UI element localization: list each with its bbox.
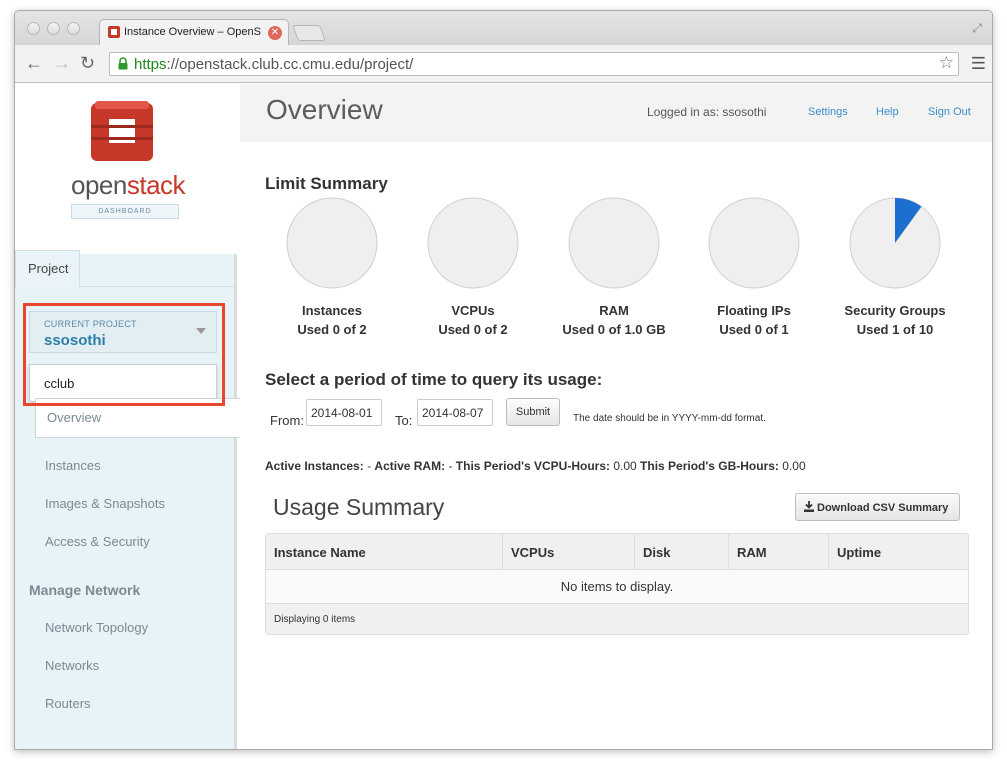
pie-background [286,197,378,289]
browser-tab[interactable]: Instance Overview – OpenS ✕ [99,19,289,45]
pie-usage-text: Used 0 of 2 [438,322,508,337]
limit-pie-security-groups: Security Groups Used 1 of 10 [825,197,965,337]
settings-link[interactable]: Settings [808,106,848,118]
help-link[interactable]: Help [876,106,899,118]
openstack-logo-icon[interactable] [89,99,155,163]
logged-in-text: Logged in as: ssosothi [647,105,767,119]
fullscreen-icon[interactable]: ⤢ [972,21,982,36]
submit-button[interactable]: Submit [506,398,560,426]
from-date-input[interactable]: 2014-08-01 [306,399,382,426]
pie-usage-text: Used 0 of 1.0 GB [562,322,666,337]
sidebar-item-network-topology[interactable]: Network Topology [45,620,148,635]
download-icon [804,501,814,512]
pie-background [708,197,800,289]
highlight-annotation-box [23,303,225,406]
zoom-window-icon[interactable] [67,22,80,35]
empty-table-message: No items to display. [266,570,968,604]
column-header-ram[interactable]: RAM [729,534,829,570]
address-bar[interactable]: https://openstack.club.cc.cmu.edu/projec… [109,52,959,76]
to-date-input[interactable]: 2014-08-07 [417,399,493,426]
column-header-disk[interactable]: Disk [635,534,729,570]
page-title: Overview [266,94,383,125]
main-content: Overview Logged in as: ssosothi Settings… [240,84,992,749]
pie-label: Instances [302,303,362,318]
tab-project[interactable]: Project [15,250,80,287]
to-label: To: [395,413,413,428]
limit-pie-instances: Instances Used 0 of 2 [262,197,402,337]
pie-usage-text: Used 1 of 10 [856,322,934,337]
limit-pie-floating-ips: Floating IPs Used 0 of 1 [684,197,824,337]
tab-title: Instance Overview – OpenS [124,26,261,38]
usage-summary-heading: Usage Summary [273,494,445,520]
limit-summary-heading: Limit Summary [265,174,388,193]
manage-network-heading[interactable]: Manage Network [29,582,140,598]
logo-subtitle: DASHBOARD [71,204,179,219]
pie-label: VCPUs [451,303,495,318]
back-arrow-icon[interactable]: ← [25,53,43,73]
sidebar-item-label: Overview [47,410,102,425]
pie-chart [427,197,519,289]
sidebar-item-access-security[interactable]: Access & Security [45,534,150,549]
reload-icon[interactable]: ↻ [80,53,95,73]
column-header-vcpus[interactable]: VCPUs [503,534,635,570]
bookmark-star-icon[interactable]: ☆ [939,53,954,73]
pie-chart [708,197,800,289]
table-header-row: Instance Name VCPUs Disk RAM Uptime [266,534,968,570]
download-csv-button[interactable]: Download CSV Summary [795,493,960,521]
pie-background [568,197,660,289]
lock-icon [118,57,128,70]
page-content: openstack DASHBOARD Project CURRENT PROJ… [15,84,992,749]
browser-toolbar: ← → ↻ https://openstack.club.cc.cmu.edu/… [15,45,992,83]
logo-wordmark: openstack [71,170,186,200]
page-header: Overview Logged in as: ssosothi Settings… [240,84,992,142]
usage-stats-line: Active Instances: - Active RAM: - This P… [265,459,806,473]
column-header-instance-name[interactable]: Instance Name [266,534,503,570]
limit-pie-ram: RAM Used 0 of 1.0 GB [544,197,684,337]
sidebar-item-instances[interactable]: Instances [45,458,101,473]
tab-close-icon[interactable]: ✕ [268,26,282,40]
forward-arrow-icon[interactable]: → [53,53,71,73]
close-window-icon[interactable] [27,22,40,35]
pie-chart [286,197,378,289]
pie-background [427,197,519,289]
url-text: https://openstack.club.cc.cmu.edu/projec… [134,56,414,73]
table-footer: Displaying 0 items [266,604,968,634]
pie-label: RAM [599,303,629,318]
logo-area: openstack DASHBOARD [15,84,237,254]
tab-strip: Instance Overview – OpenS ✕ ⤢ [15,11,992,45]
sidebar: openstack DASHBOARD Project CURRENT PROJ… [15,84,244,749]
hamburger-menu-icon[interactable]: ☰ [971,54,986,74]
sidebar-item-networks[interactable]: Networks [45,658,99,673]
pie-label: Floating IPs [717,303,791,318]
new-tab-button[interactable] [292,25,326,41]
sidebar-item-images-snapshots[interactable]: Images & Snapshots [45,496,165,511]
minimize-window-icon[interactable] [47,22,60,35]
from-label: From: [270,413,304,428]
column-header-uptime[interactable]: Uptime [829,534,968,570]
openstack-favicon-icon [108,26,120,38]
limit-pie-vcpus: VCPUs Used 0 of 2 [403,197,543,337]
pie-chart [849,197,941,289]
usage-table: Instance Name VCPUs Disk RAM Uptime No i… [265,533,969,635]
pie-usage-text: Used 0 of 1 [719,322,789,337]
sidebar-item-routers[interactable]: Routers [45,696,91,711]
pie-chart [568,197,660,289]
sign-out-link[interactable]: Sign Out [928,106,971,118]
pie-usage-text: Used 0 of 2 [297,322,367,337]
pie-label: Security Groups [844,303,946,318]
query-heading: Select a period of time to query its usa… [265,370,603,389]
tab-divider [80,286,237,287]
browser-window: Instance Overview – OpenS ✕ ⤢ ← → ↻ http… [14,10,993,750]
date-format-hint: The date should be in YYYY-mm-dd format. [573,413,766,424]
